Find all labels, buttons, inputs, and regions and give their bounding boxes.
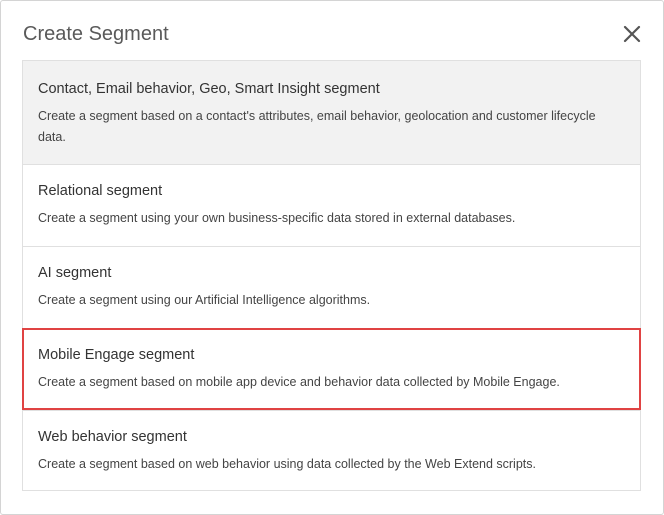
segment-option-contact[interactable]: Contact, Email behavior, Geo, Smart Insi… — [23, 61, 640, 164]
segment-option-description: Create a segment based on web behavior u… — [38, 457, 536, 471]
segment-option-mobile-engage[interactable]: Mobile Engage segment Create a segment b… — [23, 329, 640, 410]
segment-option-description: Create a segment using your own business… — [38, 211, 516, 225]
segment-type-list: Contact, Email behavior, Geo, Smart Insi… — [22, 60, 641, 491]
close-button[interactable] — [621, 23, 643, 45]
segment-option-relational[interactable]: Relational segment Create a segment usin… — [23, 165, 640, 246]
dialog-header: Create Segment — [23, 21, 641, 49]
segment-option-title: Web behavior segment — [38, 429, 187, 445]
dialog-title: Create Segment — [23, 23, 169, 45]
segment-option-title: Contact, Email behavior, Geo, Smart Insi… — [38, 81, 380, 97]
close-icon — [621, 23, 643, 45]
segment-option-title: AI segment — [38, 265, 112, 281]
segment-option-description: Create a segment using our Artificial In… — [38, 293, 371, 307]
segment-option-ai[interactable]: AI segment Create a segment using our Ar… — [23, 247, 640, 328]
segment-option-description: Create a segment based on a contact's at… — [38, 109, 596, 144]
segment-option-title: Mobile Engage segment — [38, 347, 195, 363]
segment-option-title: Relational segment — [38, 183, 163, 199]
segment-option-web-behavior[interactable]: Web behavior segment Create a segment ba… — [23, 411, 640, 490]
segment-option-description: Create a segment based on mobile app dev… — [38, 375, 560, 389]
